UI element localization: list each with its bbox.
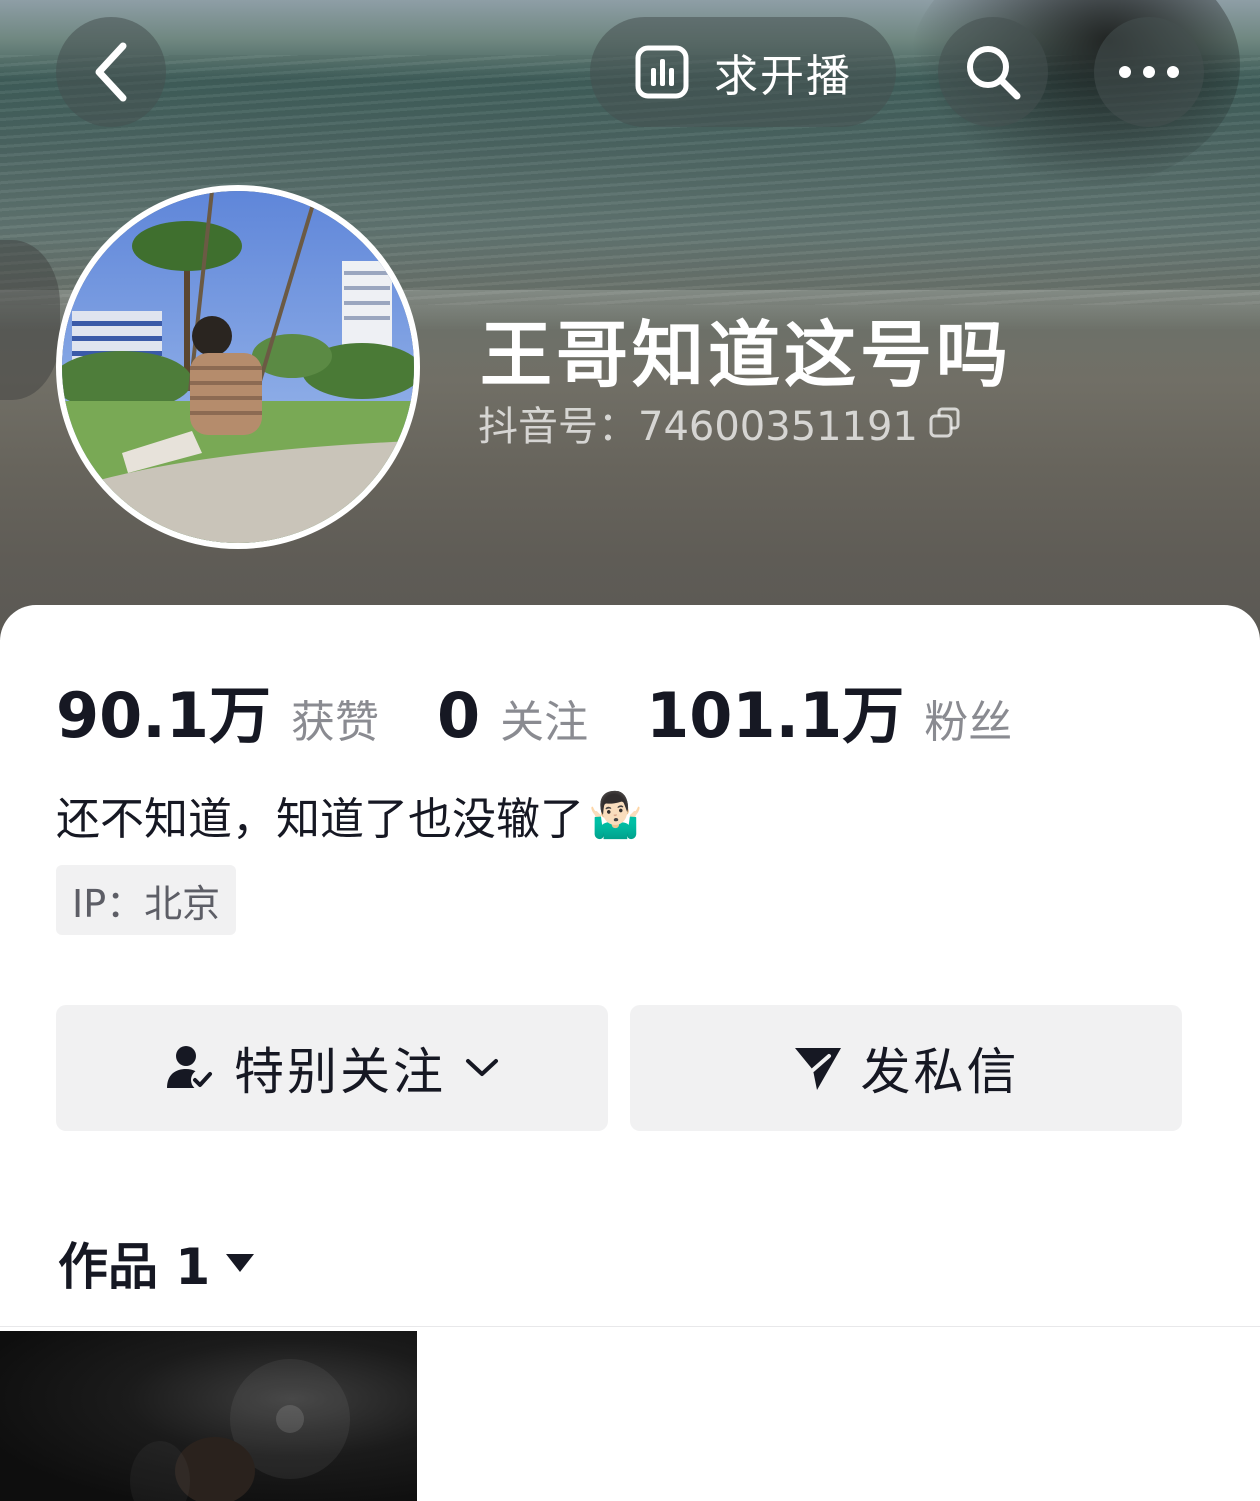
- video-thumbnail[interactable]: [0, 1331, 417, 1501]
- douyin-id[interactable]: 抖音号：74600351191: [478, 394, 962, 452]
- stat-followers-label: 粉丝: [924, 697, 1013, 748]
- stat-following-label: 关注: [500, 697, 589, 748]
- caret-down-icon: [226, 1254, 255, 1272]
- more-dots-icon: [1119, 66, 1179, 78]
- stat-following[interactable]: 0 关注: [437, 679, 588, 752]
- tab-works[interactable]: 作品 1: [58, 1227, 256, 1299]
- live-chart-icon: [635, 45, 689, 99]
- request-live-label: 求开播: [714, 51, 852, 102]
- send-message-label: 发私信: [860, 1043, 1020, 1101]
- send-icon: [794, 1048, 841, 1090]
- stat-likes-label: 获赞: [290, 697, 379, 748]
- tab-works-label: 作品 1: [58, 1238, 211, 1296]
- stat-followers[interactable]: 101.1万 粉丝: [646, 665, 1012, 755]
- stat-likes-value: 90.1万: [56, 679, 271, 752]
- copy-icon[interactable]: [928, 406, 962, 440]
- special-follow-button[interactable]: 特别关注: [56, 1005, 608, 1131]
- bio: 还不知道，知道了也没辙了 🤷🏻‍♂️: [56, 783, 643, 847]
- avatar[interactable]: [56, 185, 420, 549]
- more-button[interactable]: [1094, 17, 1204, 127]
- profile-card: 90.1万 获赞 0 关注 101.1万 粉丝 还不知道，知道了也没辙了 🤷🏻‍…: [0, 605, 1260, 1501]
- user-check-icon: [167, 1046, 213, 1091]
- bio-text: 还不知道，知道了也没辙了: [56, 794, 584, 845]
- chevron-down-icon: [466, 1059, 498, 1076]
- tab-divider: [0, 1326, 1260, 1327]
- stat-followers-value: 101.1万: [646, 679, 905, 752]
- stat-likes[interactable]: 90.1万 获赞: [56, 665, 379, 755]
- back-button[interactable]: [56, 17, 166, 127]
- profile-banner: 求开播 王哥知道这号吗 抖音号：74600351191: [0, 0, 1260, 640]
- douyin-id-text: 抖音号：74600351191: [478, 404, 918, 450]
- search-button[interactable]: [938, 17, 1048, 127]
- special-follow-label: 特别关注: [234, 1043, 446, 1101]
- avatar-photo: [62, 191, 414, 543]
- stat-following-value: 0: [436, 679, 481, 752]
- search-icon: [967, 46, 1021, 100]
- nickname: 王哥知道这号吗: [480, 313, 1013, 397]
- chevron-left-icon: [95, 42, 127, 102]
- shrug-emoji: 🤷🏻‍♂️: [588, 790, 643, 841]
- send-message-button[interactable]: 发私信: [630, 1005, 1182, 1131]
- video-thumbnail-image: [130, 1359, 350, 1501]
- request-live-button[interactable]: 求开播: [590, 17, 896, 127]
- ip-location-badge: IP：北京: [56, 865, 237, 935]
- stats-row: 90.1万 获赞 0 关注 101.1万 粉丝: [56, 665, 1070, 755]
